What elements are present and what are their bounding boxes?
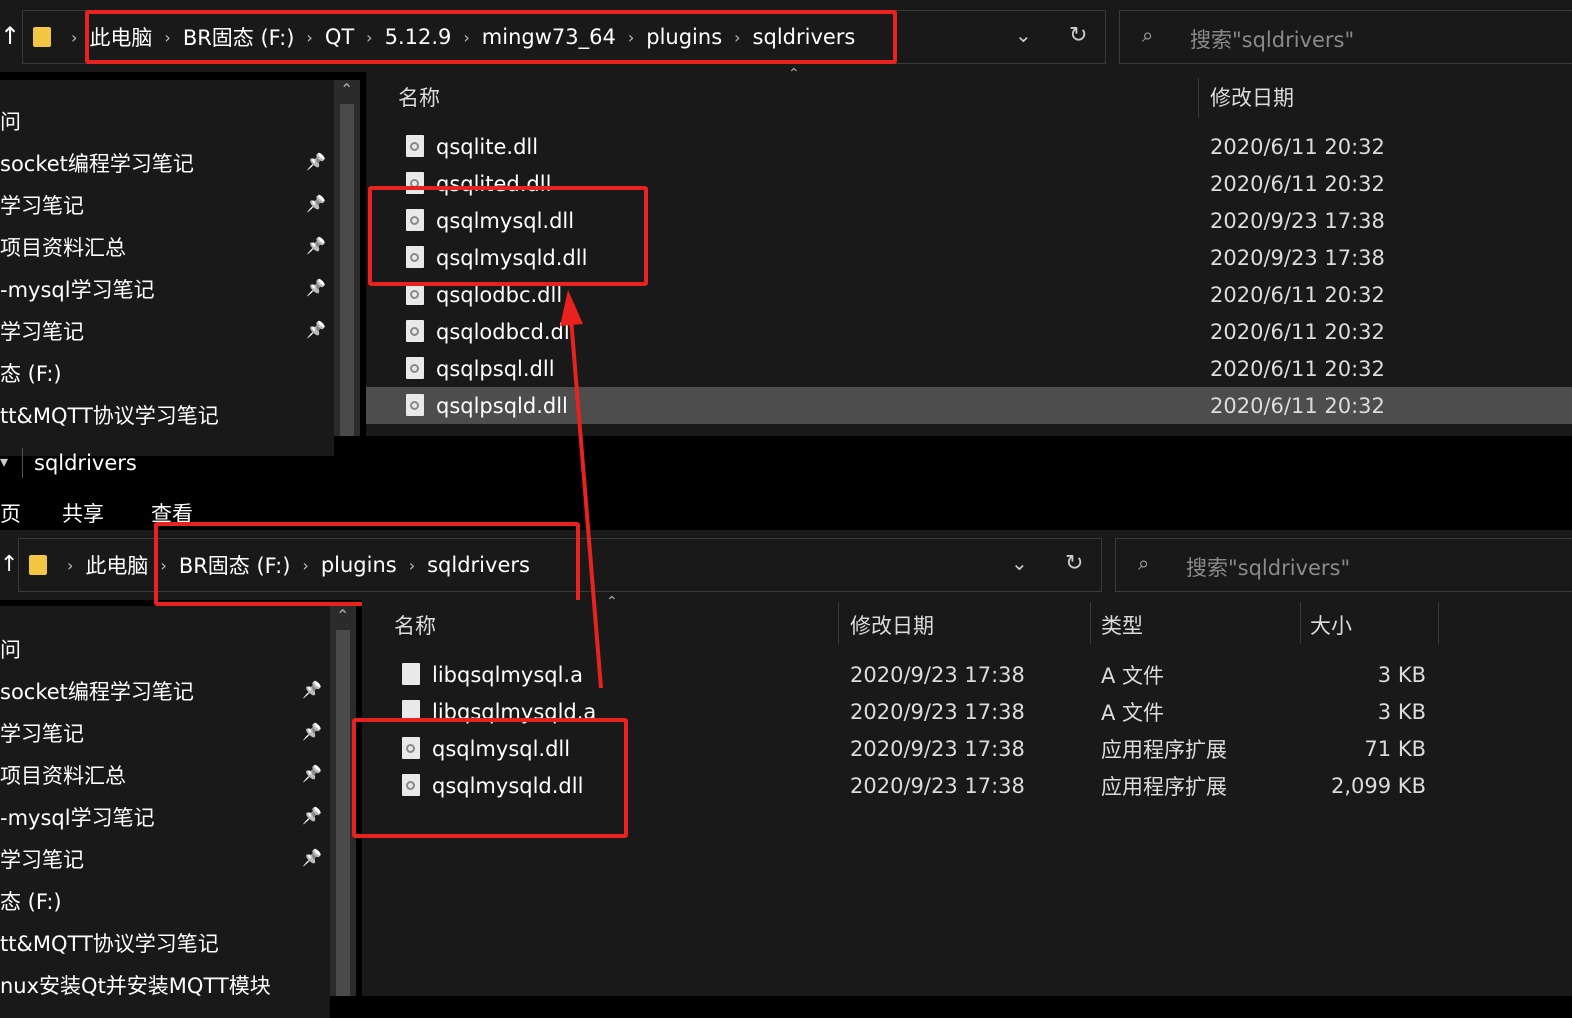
arrow-head	[560, 290, 583, 326]
annotation-arrow	[560, 290, 603, 689]
arrow-shaft	[569, 317, 603, 689]
